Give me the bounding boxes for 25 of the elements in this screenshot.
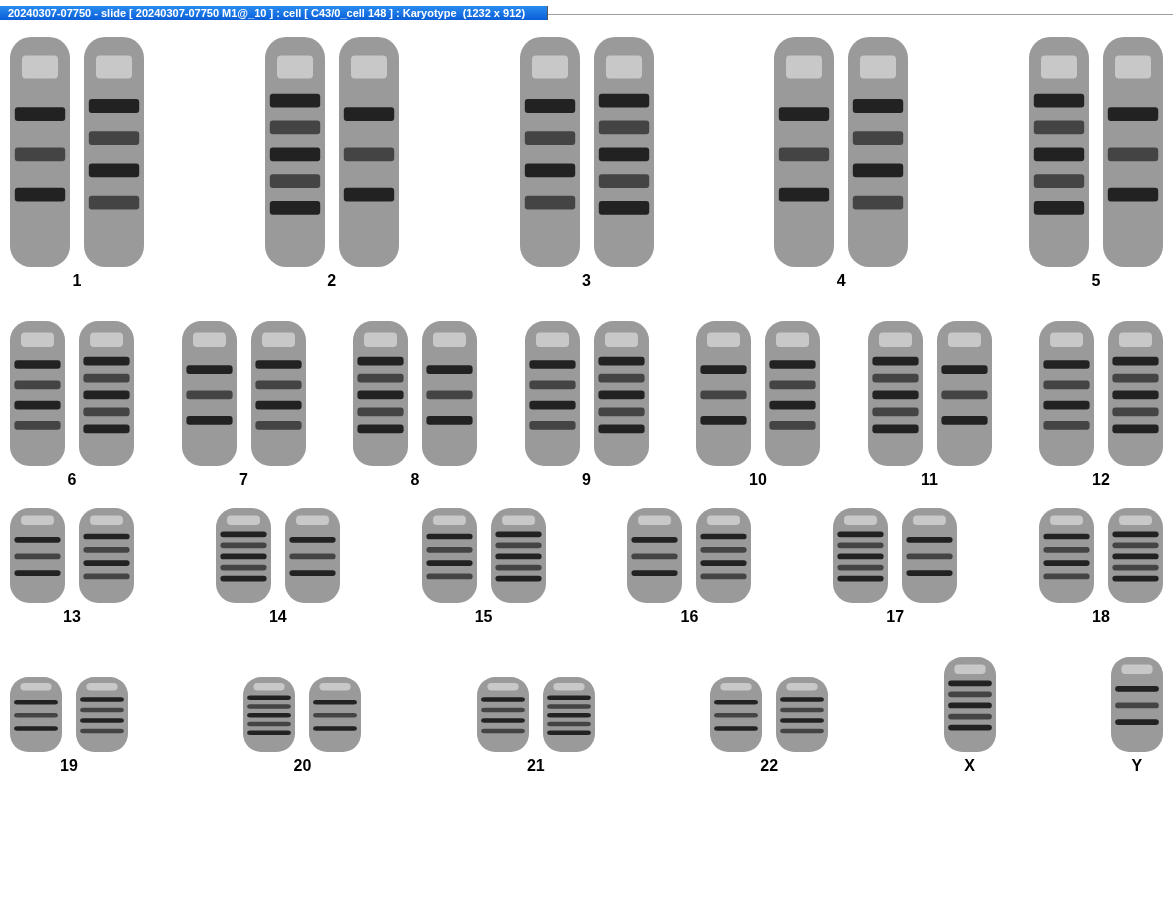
chromosome-number: 11: [921, 470, 938, 490]
chromosome-number: 18: [1092, 607, 1110, 627]
chromosome-number: 20: [293, 756, 312, 776]
chromosome-number: 22: [760, 756, 779, 776]
chromosome-number: 1: [72, 271, 82, 291]
chromosome-number: 7: [239, 470, 248, 490]
chromosome-number: 15: [474, 607, 493, 627]
chromosome-number: 8: [410, 470, 420, 490]
chromosome-number: 2: [327, 271, 337, 291]
chromosome-number: 14: [268, 607, 287, 627]
chromosome-number: 6: [67, 470, 77, 490]
chromosome-number: 19: [60, 756, 78, 776]
chromosome-number: 5: [1091, 271, 1101, 291]
chromosome-number: Y: [1131, 756, 1143, 776]
chromosome-number: 21: [526, 756, 545, 776]
chromosome-number: 17: [886, 607, 905, 627]
chromosome-number: 3: [582, 271, 591, 291]
chromosome-number: 4: [836, 271, 846, 291]
chromosome-number: 13: [63, 607, 81, 627]
window-title: 20240307-07750 - slide [ 20240307-07750 M1@_10 ] : cell [ C43/0_cell 148 ] : Karyotype (1232 x 912): [0, 6, 549, 20]
chromosome-number: 9: [582, 470, 591, 490]
chromosome-number: X: [964, 756, 975, 776]
chromosome-number: 10: [749, 470, 767, 490]
chromosome-number: 12: [1092, 470, 1110, 490]
chromosome-number: 16: [680, 607, 699, 627]
